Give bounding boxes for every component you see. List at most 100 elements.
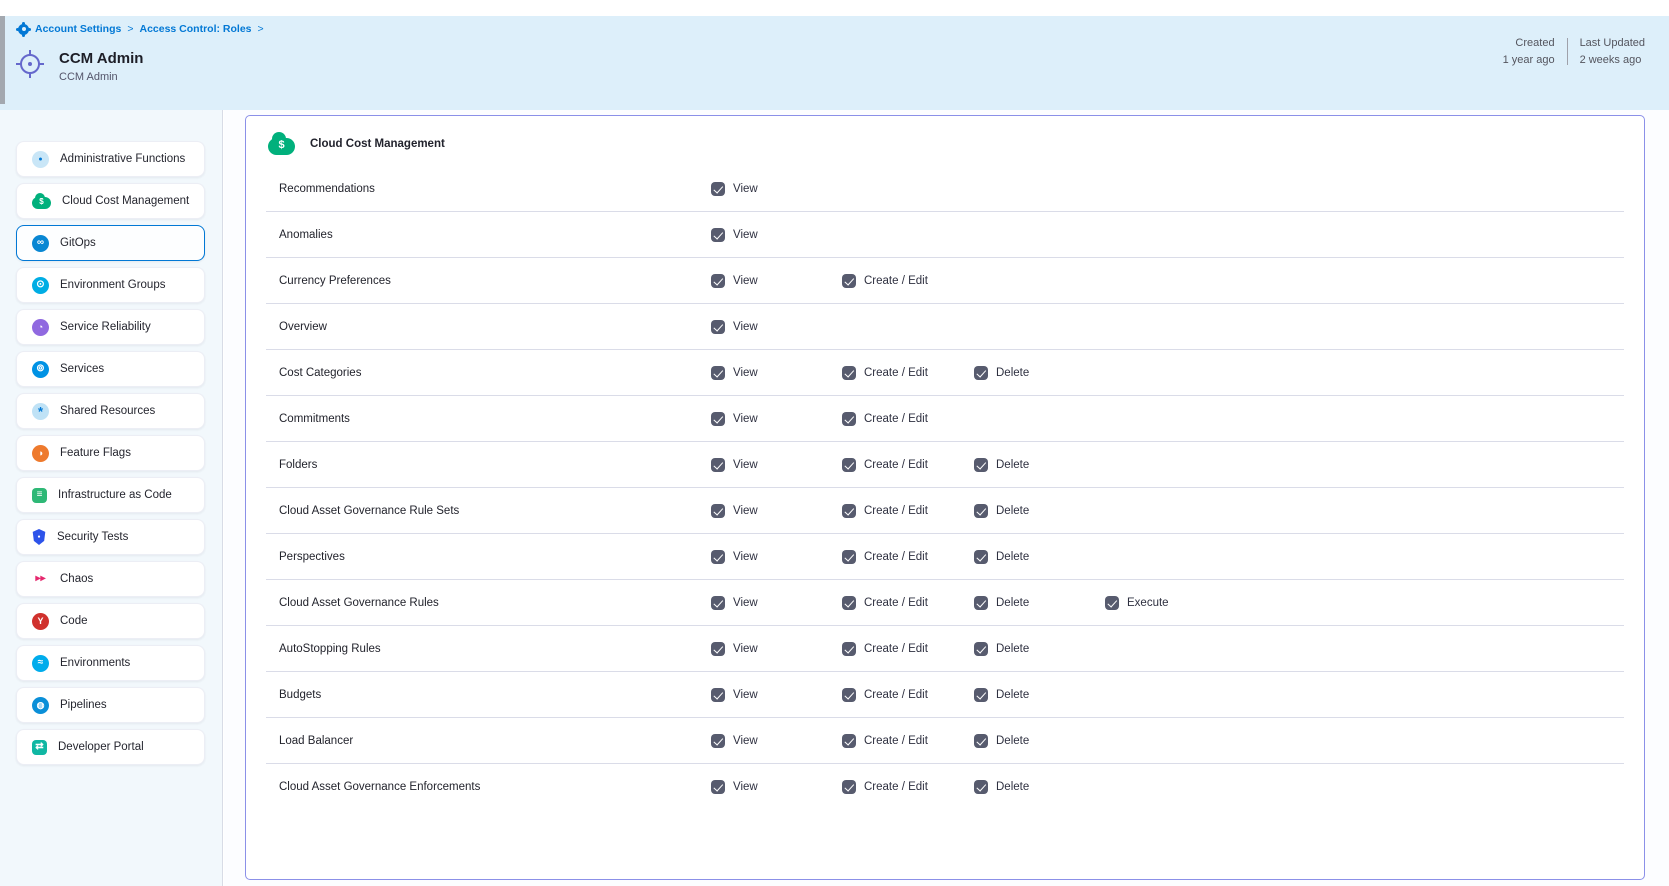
last-updated-meta: Last Updated 2 weeks ago xyxy=(1580,37,1645,66)
permission-view-checkbox[interactable]: View xyxy=(711,320,758,334)
sidebar-item-label: Chaos xyxy=(60,573,93,585)
breadcrumb: Account Settings > Access Control: Roles… xyxy=(18,23,264,35)
checkbox-checked-icon[interactable] xyxy=(842,550,856,564)
checkbox-checked-icon[interactable] xyxy=(711,320,725,334)
sidebar-item-administrative-functions[interactable]: ● Administrative Functions xyxy=(16,141,205,177)
permission-view-checkbox[interactable]: View xyxy=(711,274,758,288)
permission-view-checkbox[interactable]: View xyxy=(711,642,758,656)
checkbox-checked-icon[interactable] xyxy=(842,274,856,288)
checkbox-checked-icon[interactable] xyxy=(711,642,725,656)
breadcrumb-account-settings[interactable]: Account Settings xyxy=(35,23,121,35)
checkbox-checked-icon[interactable] xyxy=(974,596,988,610)
checkbox-checked-icon[interactable] xyxy=(842,688,856,702)
permission-create-edit-checkbox[interactable]: Create / Edit xyxy=(842,780,928,794)
permission-view-checkbox[interactable]: View xyxy=(711,182,758,196)
checkbox-checked-icon[interactable] xyxy=(711,228,725,242)
checkbox-checked-icon[interactable] xyxy=(711,596,725,610)
sidebar-item-developer-portal[interactable]: ⇄ Developer Portal xyxy=(16,729,205,765)
resource-name: Currency Preferences xyxy=(279,275,391,287)
checkbox-checked-icon[interactable] xyxy=(974,688,988,702)
permission-create-edit-checkbox[interactable]: Create / Edit xyxy=(842,274,928,288)
feature-flags-icon: ◑ xyxy=(32,445,49,462)
sidebar-item-code[interactable]: Y Code xyxy=(16,603,205,639)
permission-create-edit-checkbox[interactable]: Create / Edit xyxy=(842,550,928,564)
permission-delete-checkbox[interactable]: Delete xyxy=(974,734,1029,748)
checkbox-checked-icon[interactable] xyxy=(711,780,725,794)
checkbox-checked-icon[interactable] xyxy=(974,504,988,518)
permission-label: Create / Edit xyxy=(864,597,928,609)
panel-title: Cloud Cost Management xyxy=(310,138,445,150)
checkbox-checked-icon[interactable] xyxy=(711,274,725,288)
permission-create-edit-checkbox[interactable]: Create / Edit xyxy=(842,642,928,656)
checkbox-checked-icon[interactable] xyxy=(842,596,856,610)
checkbox-checked-icon[interactable] xyxy=(974,734,988,748)
checkbox-checked-icon[interactable] xyxy=(842,780,856,794)
checkbox-checked-icon[interactable] xyxy=(974,780,988,794)
sidebar-item-feature-flags[interactable]: ◑ Feature Flags xyxy=(16,435,205,471)
permission-delete-checkbox[interactable]: Delete xyxy=(974,780,1029,794)
sidebar-item-environment-groups[interactable]: ⊙ Environment Groups xyxy=(16,267,205,303)
permission-create-edit-checkbox[interactable]: Create / Edit xyxy=(842,596,928,610)
infrastructure-as-code-icon: ≡ xyxy=(32,488,47,503)
permission-delete-checkbox[interactable]: Delete xyxy=(974,550,1029,564)
permission-view-checkbox[interactable]: View xyxy=(711,504,758,518)
checkbox-checked-icon[interactable] xyxy=(711,182,725,196)
permission-execute-checkbox[interactable]: Execute xyxy=(1105,596,1169,610)
permission-view-checkbox[interactable]: View xyxy=(711,734,758,748)
permission-view-checkbox[interactable]: View xyxy=(711,780,758,794)
permission-create-edit-checkbox[interactable]: Create / Edit xyxy=(842,734,928,748)
permission-create-edit-checkbox[interactable]: Create / Edit xyxy=(842,412,928,426)
permission-create-edit-checkbox[interactable]: Create / Edit xyxy=(842,688,928,702)
checkbox-checked-icon[interactable] xyxy=(974,642,988,656)
permission-delete-checkbox[interactable]: Delete xyxy=(974,596,1029,610)
sidebar-item-shared-resources[interactable]: * Shared Resources xyxy=(16,393,205,429)
resource-category-sidebar: ● Administrative Functions $ Cloud Cost … xyxy=(0,110,223,886)
sidebar-item-pipelines[interactable]: ◍ Pipelines xyxy=(16,687,205,723)
checkbox-checked-icon[interactable] xyxy=(974,458,988,472)
checkbox-checked-icon[interactable] xyxy=(842,504,856,518)
checkbox-checked-icon[interactable] xyxy=(1105,596,1119,610)
breadcrumb-access-control-roles[interactable]: Access Control: Roles xyxy=(139,23,251,35)
permission-view-checkbox[interactable]: View xyxy=(711,458,758,472)
checkbox-checked-icon[interactable] xyxy=(711,458,725,472)
sidebar-item-label: Shared Resources xyxy=(60,405,155,417)
checkbox-checked-icon[interactable] xyxy=(711,366,725,380)
permission-view-checkbox[interactable]: View xyxy=(711,688,758,702)
permission-view-checkbox[interactable]: View xyxy=(711,366,758,380)
permission-delete-checkbox[interactable]: Delete xyxy=(974,642,1029,656)
checkbox-checked-icon[interactable] xyxy=(711,550,725,564)
sidebar-item-chaos[interactable]: ▸▸ Chaos xyxy=(16,561,205,597)
permission-delete-checkbox[interactable]: Delete xyxy=(974,688,1029,702)
checkbox-checked-icon[interactable] xyxy=(974,366,988,380)
sidebar-item-cloud-cost-management[interactable]: $ Cloud Cost Management xyxy=(16,183,205,219)
permission-delete-checkbox[interactable]: Delete xyxy=(974,458,1029,472)
checkbox-checked-icon[interactable] xyxy=(842,734,856,748)
checkbox-checked-icon[interactable] xyxy=(711,734,725,748)
checkbox-checked-icon[interactable] xyxy=(842,458,856,472)
last-updated-label: Last Updated xyxy=(1580,37,1645,49)
permission-label: Create / Edit xyxy=(864,413,928,425)
sidebar-item-gitops[interactable]: ∞ GitOps xyxy=(16,225,205,261)
sidebar-item-security-tests[interactable]: ● Security Tests xyxy=(16,519,205,555)
permission-delete-checkbox[interactable]: Delete xyxy=(974,504,1029,518)
sidebar-item-service-reliability[interactable]: ◔ Service Reliability xyxy=(16,309,205,345)
checkbox-checked-icon[interactable] xyxy=(842,366,856,380)
permission-create-edit-checkbox[interactable]: Create / Edit xyxy=(842,366,928,380)
checkbox-checked-icon[interactable] xyxy=(711,688,725,702)
permission-view-checkbox[interactable]: View xyxy=(711,550,758,564)
permission-view-checkbox[interactable]: View xyxy=(711,596,758,610)
sidebar-item-infrastructure-as-code[interactable]: ≡ Infrastructure as Code xyxy=(16,477,205,513)
permission-delete-checkbox[interactable]: Delete xyxy=(974,366,1029,380)
permission-label: View xyxy=(733,597,758,609)
checkbox-checked-icon[interactable] xyxy=(842,412,856,426)
checkbox-checked-icon[interactable] xyxy=(974,550,988,564)
checkbox-checked-icon[interactable] xyxy=(711,412,725,426)
permission-create-edit-checkbox[interactable]: Create / Edit xyxy=(842,458,928,472)
sidebar-item-services[interactable]: ⊚ Services xyxy=(16,351,205,387)
permission-view-checkbox[interactable]: View xyxy=(711,228,758,242)
checkbox-checked-icon[interactable] xyxy=(711,504,725,518)
checkbox-checked-icon[interactable] xyxy=(842,642,856,656)
permission-view-checkbox[interactable]: View xyxy=(711,412,758,426)
sidebar-item-environments[interactable]: ≈ Environments xyxy=(16,645,205,681)
permission-create-edit-checkbox[interactable]: Create / Edit xyxy=(842,504,928,518)
